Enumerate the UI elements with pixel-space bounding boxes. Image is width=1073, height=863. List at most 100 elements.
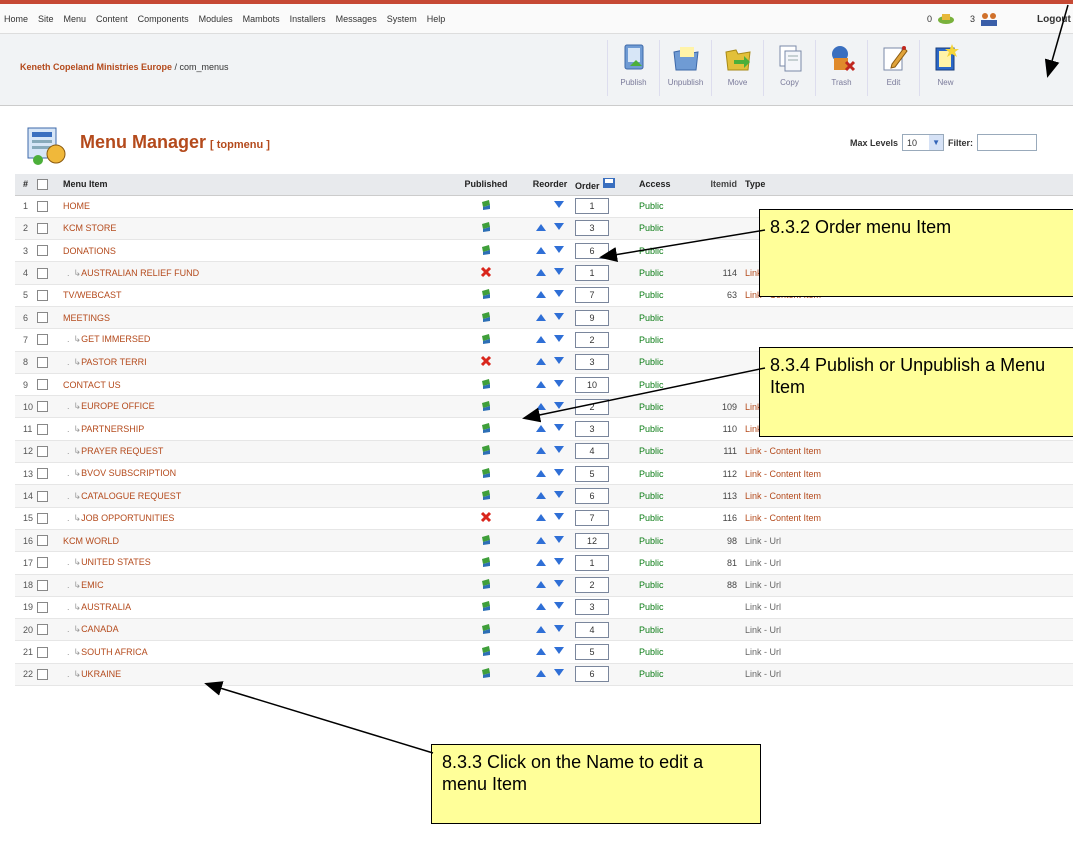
menu-item-link[interactable]: EUROPE OFFICE — [81, 401, 155, 411]
move-up-icon[interactable] — [535, 445, 547, 455]
menu-item-link[interactable]: UKRAINE — [81, 669, 121, 679]
type-link[interactable]: Link - Content Item — [745, 484, 1073, 508]
published-icon[interactable] — [480, 288, 492, 300]
row-checkbox[interactable] — [37, 512, 48, 524]
access-link[interactable]: Public — [625, 328, 689, 352]
access-link[interactable]: Public — [625, 217, 689, 241]
move-down-icon[interactable] — [553, 668, 565, 678]
row-checkbox[interactable] — [37, 490, 48, 502]
access-link[interactable]: Public — [625, 373, 689, 397]
type-link[interactable]: Link - Content Item — [745, 462, 1073, 486]
row-checkbox[interactable] — [37, 334, 48, 346]
menu-item-link[interactable]: PASTOR TERRI — [81, 357, 147, 367]
published-icon[interactable] — [480, 556, 492, 568]
row-checkbox[interactable] — [37, 245, 48, 257]
menu-home[interactable]: Home — [0, 14, 33, 24]
move-up-icon[interactable] — [535, 289, 547, 299]
order-input[interactable]: 2 — [575, 331, 609, 348]
menu-item-link[interactable]: GET IMMERSED — [81, 334, 150, 344]
move-down-icon[interactable] — [553, 624, 565, 634]
move-down-icon[interactable] — [553, 601, 565, 611]
menu-item-link[interactable]: DONATIONS — [63, 246, 116, 256]
order-input[interactable]: 5 — [575, 465, 609, 482]
row-checkbox[interactable] — [37, 200, 48, 212]
move-button[interactable]: Move — [711, 40, 763, 96]
access-link[interactable]: Public — [625, 351, 689, 374]
row-checkbox[interactable] — [37, 535, 48, 547]
move-down-icon[interactable] — [553, 512, 565, 522]
order-input[interactable]: 3 — [575, 599, 609, 616]
move-down-icon[interactable] — [553, 445, 565, 455]
menu-item-link[interactable]: MEETINGS — [63, 313, 110, 323]
menu-modules[interactable]: Modules — [194, 14, 238, 24]
row-checkbox[interactable] — [37, 579, 48, 591]
move-up-icon[interactable] — [535, 579, 547, 589]
type-link[interactable]: Link - Url — [745, 663, 1073, 687]
move-down-icon[interactable] — [553, 289, 565, 299]
menu-item-link[interactable]: UNITED STATES — [81, 557, 151, 567]
order-input[interactable]: 4 — [575, 443, 609, 460]
access-link[interactable]: Public — [625, 261, 689, 285]
order-input[interactable]: 4 — [575, 621, 609, 638]
move-down-icon[interactable] — [553, 267, 565, 277]
move-down-icon[interactable] — [553, 646, 565, 656]
menu-item-link[interactable]: CANADA — [81, 624, 119, 634]
move-down-icon[interactable] — [553, 312, 565, 322]
order-input[interactable]: 7 — [575, 510, 609, 527]
access-link[interactable]: Public — [625, 306, 689, 330]
move-up-icon[interactable] — [535, 401, 547, 411]
move-up-icon[interactable] — [535, 646, 547, 656]
order-input[interactable]: 7 — [575, 287, 609, 304]
row-checkbox[interactable] — [37, 602, 48, 614]
menu-site[interactable]: Site — [33, 14, 59, 24]
access-link[interactable]: Public — [625, 462, 689, 486]
menu-item-link[interactable]: EMIC — [81, 580, 104, 590]
type-link[interactable]: Link - Content Item — [745, 440, 1073, 464]
access-link[interactable]: Public — [625, 551, 689, 575]
move-up-icon[interactable] — [535, 535, 547, 545]
menu-content[interactable]: Content — [91, 14, 133, 24]
access-link[interactable]: Public — [625, 484, 689, 508]
access-link[interactable]: Public — [625, 640, 689, 664]
new-button[interactable]: New — [919, 40, 971, 96]
messages-icon[interactable] — [936, 13, 956, 25]
menu-item-link[interactable]: CATALOGUE REQUEST — [81, 491, 181, 501]
move-down-icon[interactable] — [553, 579, 565, 589]
menu-item-link[interactable]: BVOV SUBSCRIPTION — [81, 468, 176, 478]
menu-components[interactable]: Components — [133, 14, 194, 24]
move-down-icon[interactable] — [553, 535, 565, 545]
order-input[interactable]: 1 — [575, 265, 609, 282]
access-link[interactable]: Public — [625, 529, 689, 553]
breadcrumb-site[interactable]: Keneth Copeland Ministries Europe — [20, 62, 172, 72]
max-levels-select[interactable]: 10 ▼ — [902, 134, 945, 151]
menu-item-link[interactable]: KCM STORE — [63, 223, 116, 233]
order-input[interactable]: 2 — [575, 398, 609, 415]
unpublish-button[interactable]: Unpublish — [659, 40, 711, 96]
row-checkbox[interactable] — [37, 445, 48, 457]
access-link[interactable]: Public — [625, 440, 689, 464]
access-link[interactable]: Public — [625, 596, 689, 620]
type-link[interactable]: Link - Url — [745, 574, 1073, 597]
move-down-icon[interactable] — [553, 379, 565, 389]
move-down-icon[interactable] — [553, 222, 565, 232]
access-link[interactable]: Public — [625, 284, 689, 307]
logout-link[interactable]: Logout — [1037, 14, 1073, 25]
move-up-icon[interactable] — [535, 490, 547, 500]
menu-help[interactable]: Help — [422, 14, 451, 24]
type-link[interactable]: Link - Url — [745, 596, 1073, 620]
move-down-icon[interactable] — [553, 401, 565, 411]
unpublished-icon[interactable] — [480, 266, 492, 278]
move-down-icon[interactable] — [553, 490, 565, 500]
published-icon[interactable] — [480, 444, 492, 456]
access-link[interactable]: Public — [625, 574, 689, 597]
access-link[interactable]: Public — [625, 618, 689, 642]
menu-mambots[interactable]: Mambots — [238, 14, 285, 24]
move-down-icon[interactable] — [553, 356, 565, 366]
users-icon[interactable] — [979, 12, 999, 26]
row-checkbox[interactable] — [37, 423, 48, 435]
order-input[interactable]: 2 — [575, 577, 609, 594]
row-checkbox[interactable] — [37, 379, 48, 391]
order-input[interactable]: 5 — [575, 644, 609, 661]
move-up-icon[interactable] — [535, 267, 547, 277]
order-input[interactable]: 3 — [575, 421, 609, 438]
